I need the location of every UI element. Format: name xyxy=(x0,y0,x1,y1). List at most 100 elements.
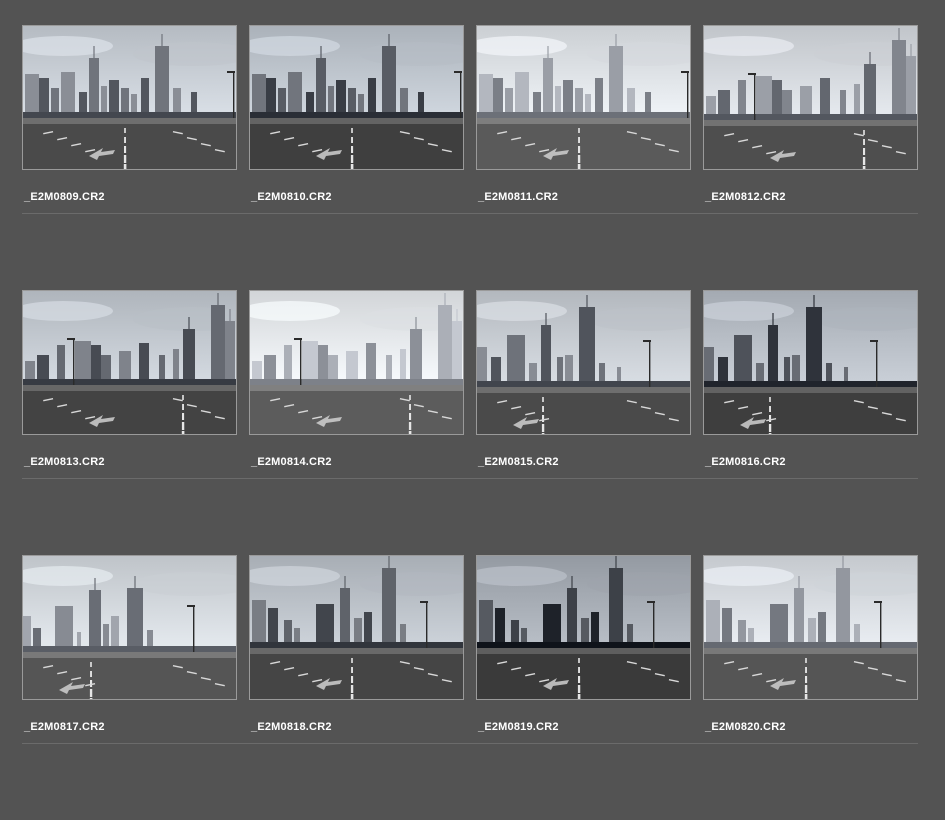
skyline-photo xyxy=(250,26,463,169)
tower-antenna xyxy=(444,293,446,305)
thumbnail-filename[interactable]: _E2M0815.CR2 xyxy=(478,456,559,468)
bridge-wall xyxy=(23,118,236,124)
tower xyxy=(55,606,73,652)
thumbnail-cell[interactable]: _E2M0810.CR2 xyxy=(249,25,464,215)
lane-mark xyxy=(768,424,772,432)
thumbnail-cell[interactable]: _E2M0814.CR2 xyxy=(249,290,464,480)
thumbnail-filename[interactable]: _E2M0814.CR2 xyxy=(251,456,332,468)
street-lamp xyxy=(880,602,882,648)
thumbnail-filename[interactable]: _E2M0812.CR2 xyxy=(705,191,786,203)
lane-mark xyxy=(541,424,545,432)
lane-mark xyxy=(89,698,93,699)
street-lamp xyxy=(649,341,651,387)
road xyxy=(23,124,236,169)
thumbnail-image[interactable] xyxy=(22,290,237,435)
thumbnail-filename[interactable]: _E2M0816.CR2 xyxy=(705,456,786,468)
lane-mark xyxy=(351,146,354,153)
thumbnail-image[interactable] xyxy=(249,25,464,170)
thumbnail-image[interactable] xyxy=(703,555,918,700)
lane-mark xyxy=(350,694,354,699)
tower xyxy=(794,588,804,648)
lane-mark xyxy=(124,146,127,153)
thumbnail-cell[interactable]: _E2M0817.CR2 xyxy=(22,555,237,745)
lane-mark xyxy=(542,397,544,402)
tower-antenna xyxy=(898,28,900,40)
bridge-wall xyxy=(477,118,690,124)
thumbnail-filename[interactable]: _E2M0809.CR2 xyxy=(24,191,105,203)
lane-mark xyxy=(769,415,772,422)
lane-mark xyxy=(577,164,581,169)
street-lamp-head xyxy=(420,601,428,603)
tower xyxy=(139,343,149,385)
tower-antenna xyxy=(547,46,549,58)
thumbnail-filename[interactable]: _E2M0811.CR2 xyxy=(478,191,558,203)
tower-antenna xyxy=(217,293,219,305)
tower xyxy=(479,74,493,118)
bridge-wall xyxy=(704,120,917,126)
thumbnail-filename[interactable]: _E2M0813.CR2 xyxy=(24,456,105,468)
tower-antenna xyxy=(869,52,871,64)
thumbnail-image[interactable] xyxy=(249,555,464,700)
lane-mark xyxy=(89,689,93,697)
thumbnail-image[interactable] xyxy=(476,555,691,700)
tower xyxy=(366,343,376,385)
tower xyxy=(155,46,169,118)
thumbnail-cell[interactable]: _E2M0820.CR2 xyxy=(703,555,918,745)
tower-antenna xyxy=(388,34,390,46)
thumbnail-image[interactable] xyxy=(22,555,237,700)
lane-mark xyxy=(409,395,411,400)
lane-mark xyxy=(578,146,581,153)
thumbnail-cell[interactable]: _E2M0815.CR2 xyxy=(476,290,691,480)
lane-mark xyxy=(769,406,771,412)
thumbnail-image[interactable] xyxy=(476,290,691,435)
tower xyxy=(382,46,396,118)
skyline-photo xyxy=(250,291,463,434)
tower xyxy=(609,46,623,118)
lane-mark xyxy=(578,676,581,683)
tower xyxy=(61,72,75,118)
thumbnail-filename[interactable]: _E2M0819.CR2 xyxy=(478,721,559,733)
tower-antenna xyxy=(842,556,844,568)
tower xyxy=(541,325,551,387)
street-lamp-head xyxy=(647,601,655,603)
lane-mark xyxy=(542,415,545,422)
thumbnail-image[interactable] xyxy=(703,25,918,170)
thumbnail-cell[interactable]: _E2M0819.CR2 xyxy=(476,555,691,745)
thumbnail-cell[interactable]: _E2M0811.CR2 xyxy=(476,25,691,215)
thumbnail-cell[interactable]: _E2M0809.CR2 xyxy=(22,25,237,215)
thumbnail-image[interactable] xyxy=(703,290,918,435)
tower xyxy=(438,305,452,385)
tower-antenna xyxy=(615,556,617,568)
lane-mark xyxy=(541,433,545,434)
tower xyxy=(382,568,396,648)
lane-mark xyxy=(124,128,126,133)
thumbnail-filename[interactable]: _E2M0820.CR2 xyxy=(705,721,786,733)
street-lamp-head xyxy=(748,73,756,75)
thumbnail-cell[interactable]: _E2M0816.CR2 xyxy=(703,290,918,480)
thumbnail-cell[interactable]: _E2M0812.CR2 xyxy=(703,25,918,215)
skyline-photo xyxy=(704,291,917,434)
bridge-wall xyxy=(704,648,917,654)
road xyxy=(704,126,917,169)
thumbnail-image[interactable] xyxy=(22,25,237,170)
thumbnail-filename[interactable]: _E2M0810.CR2 xyxy=(251,191,332,203)
thumbnail-grid: _E2M0809.CR2 _E2M0810.CR2 _E2M0811.CR2 _… xyxy=(0,0,945,775)
lane-mark xyxy=(577,685,581,693)
tower xyxy=(410,329,422,385)
bridge-wall xyxy=(477,387,690,393)
row-divider xyxy=(22,478,918,479)
tower-antenna xyxy=(134,576,136,588)
street-lamp xyxy=(460,72,462,118)
thumbnail-image[interactable] xyxy=(476,25,691,170)
thumbnail-cell[interactable]: _E2M0818.CR2 xyxy=(249,555,464,745)
thumbnail-filename[interactable]: _E2M0818.CR2 xyxy=(251,721,332,733)
skyline-photo xyxy=(250,556,463,699)
thumbnail-cell[interactable]: _E2M0813.CR2 xyxy=(22,290,237,480)
tower xyxy=(302,341,318,385)
skyline-photo xyxy=(704,26,917,169)
thumbnail-image[interactable] xyxy=(249,290,464,435)
thumbnail-filename[interactable]: _E2M0817.CR2 xyxy=(24,721,105,733)
tower-antenna xyxy=(545,313,547,325)
road xyxy=(23,391,236,434)
row-divider xyxy=(22,213,918,214)
